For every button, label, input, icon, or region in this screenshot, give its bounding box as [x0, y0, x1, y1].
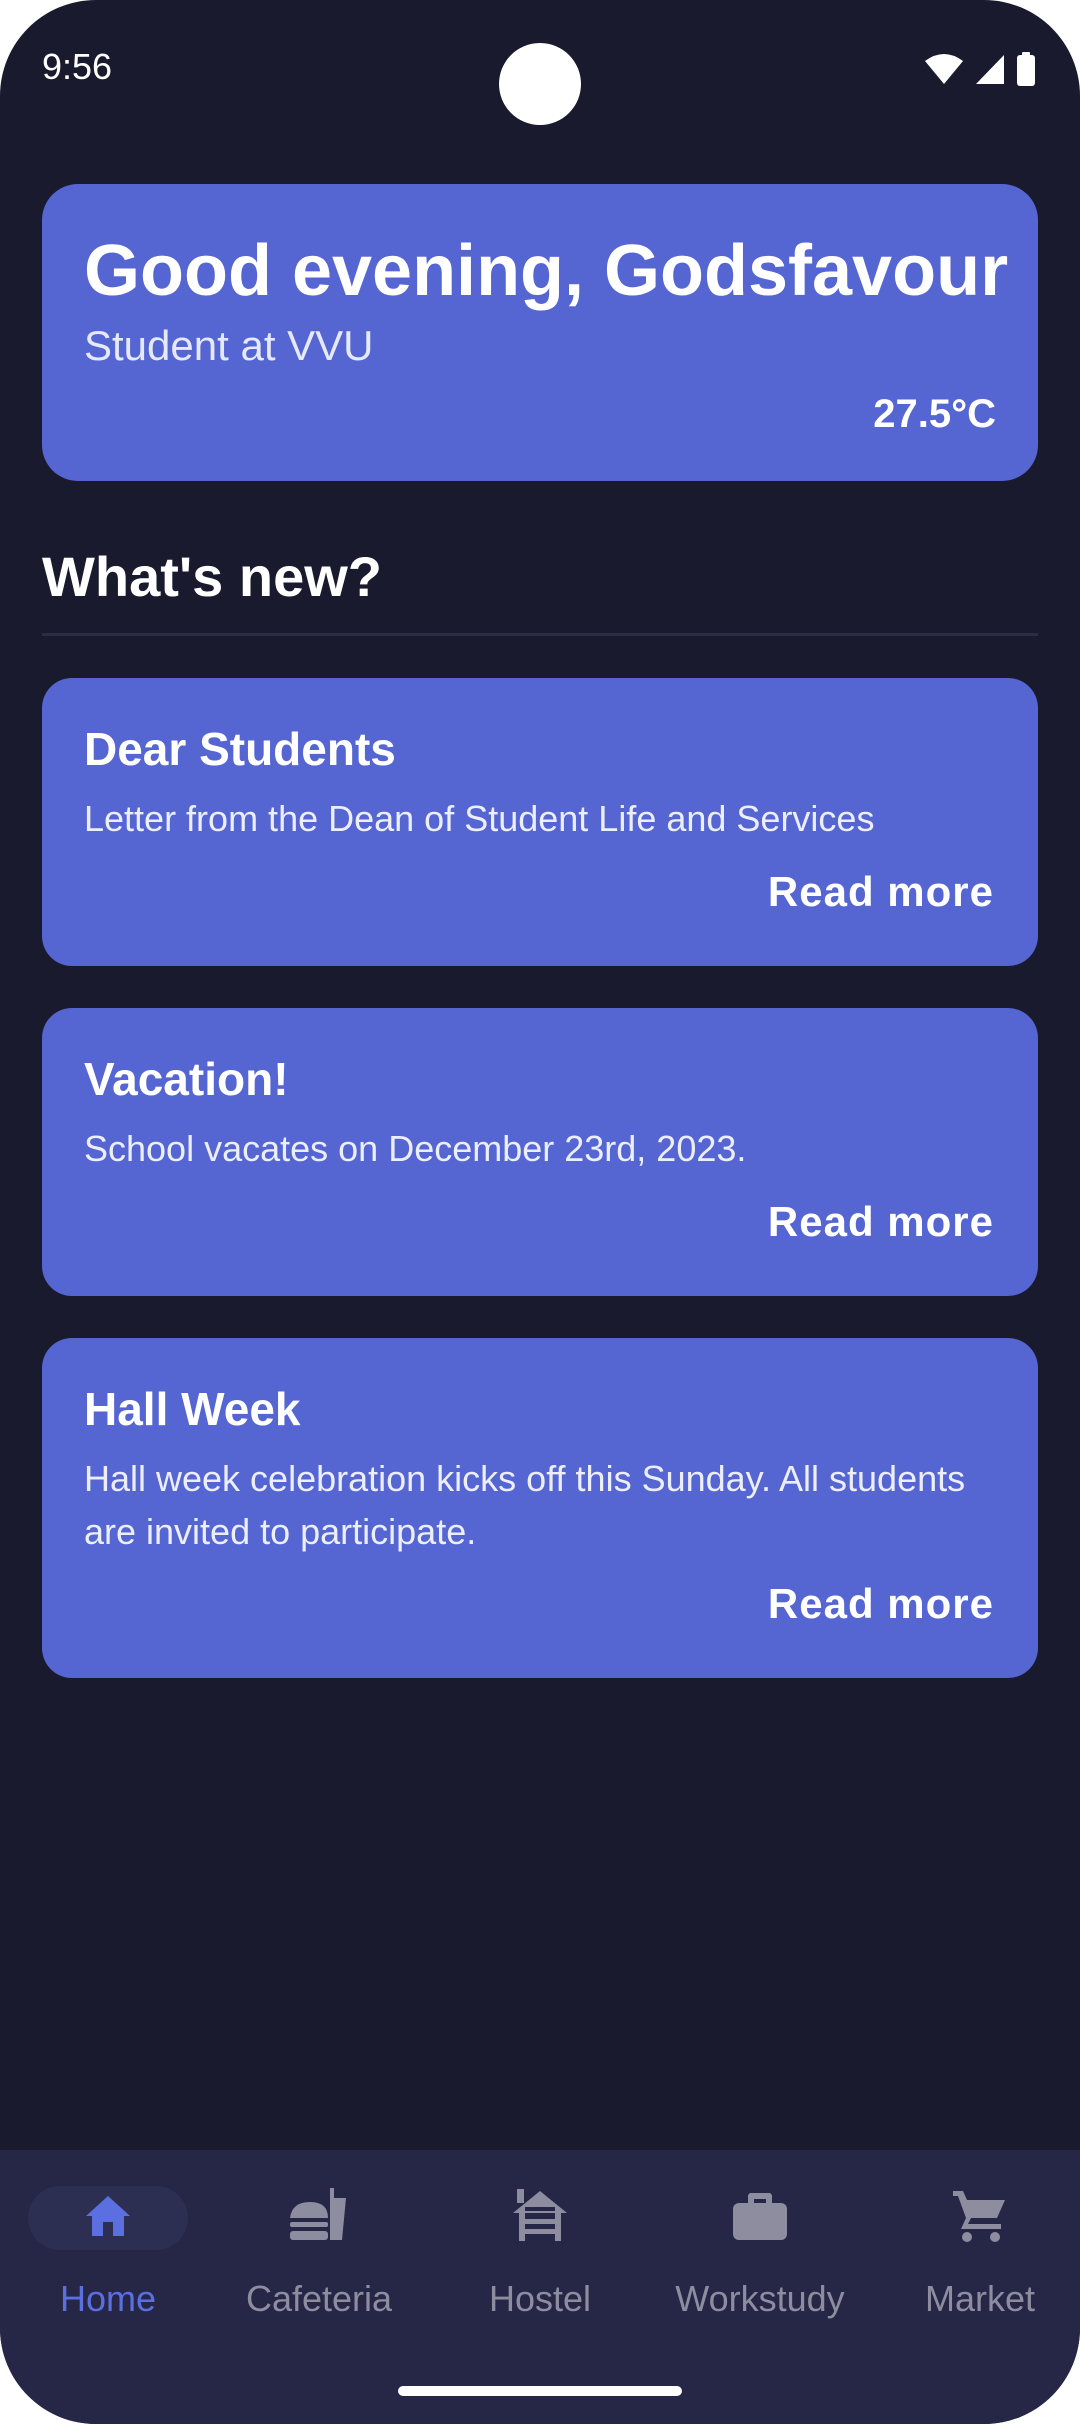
news-title: Hall Week [84, 1383, 301, 1435]
greeting-title: Good evening, Godsfavour [84, 231, 1009, 311]
read-more-button[interactable]: Read more [768, 868, 994, 916]
signal-icon [974, 53, 1006, 85]
nav-item-cafeteria[interactable]: Cafeteria [211, 2150, 427, 2350]
nav-item-workstudy[interactable]: Workstudy [652, 2150, 868, 2350]
fastfood-icon [288, 2187, 350, 2249]
camera-cutout [499, 43, 581, 125]
nav-label: Cafeteria [245, 2278, 393, 2319]
news-card[interactable]: Hall Week Hall week celebration kicks of… [42, 1338, 1038, 1678]
nav-label: Market [924, 2278, 1036, 2319]
nav-label: Home [59, 2278, 157, 2319]
nav-label: Workstudy [675, 2278, 845, 2319]
read-more-button[interactable]: Read more [768, 1580, 994, 1628]
house-siding-icon [511, 2188, 569, 2248]
news-title: Vacation! [84, 1053, 289, 1105]
news-body: School vacates on December 23rd, 2023. [84, 1128, 747, 1169]
news-title: Dear Students [84, 723, 396, 775]
news-body: Letter from the Dean of Student Life and… [84, 798, 875, 839]
home-indicator[interactable] [398, 2386, 682, 2396]
section-divider [42, 633, 1038, 636]
nav-item-market[interactable]: Market [872, 2150, 1080, 2350]
nav-item-hostel[interactable]: Hostel [432, 2150, 648, 2350]
home-icon [83, 2194, 133, 2243]
battery-icon [1016, 52, 1036, 86]
status-bar: 9:56 [0, 0, 1080, 140]
briefcase-icon [732, 2191, 788, 2246]
nav-active-indicator [28, 2186, 188, 2250]
app-screen: 9:56 Good evening, Godsfavour Student at… [0, 0, 1080, 2424]
wifi-icon [924, 53, 964, 85]
greeting-card: Good evening, Godsfavour Student at VVU … [42, 184, 1038, 481]
nav-label: Hostel [488, 2278, 592, 2319]
news-card[interactable]: Dear Students Letter from the Dean of St… [42, 678, 1038, 966]
status-icons [924, 52, 1036, 86]
section-title: What's new? [42, 545, 382, 608]
status-time: 9:56 [42, 46, 113, 87]
nav-item-home[interactable]: Home [0, 2150, 216, 2350]
temperature-readout: 27.5°C [873, 392, 996, 436]
news-card[interactable]: Vacation! School vacates on December 23r… [42, 1008, 1038, 1296]
greeting-subtitle: Student at VVU [84, 322, 374, 369]
news-body: Hall week celebration kicks off this Sun… [84, 1458, 966, 1552]
bottom-nav: Home Cafeteria Hostel Workstudy Market [0, 2150, 1080, 2424]
read-more-button[interactable]: Read more [768, 1198, 994, 1246]
shopping-cart-icon [951, 2188, 1009, 2249]
